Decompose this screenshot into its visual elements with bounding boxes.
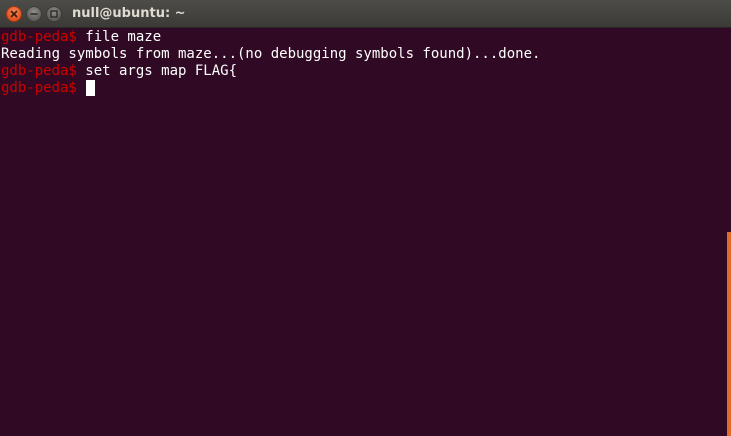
terminal-output[interactable]: gdb-peda$ file maze Reading symbols from… — [0, 28, 731, 436]
terminal-window: null@ubuntu: ~ gdb-peda$ file maze Readi… — [0, 0, 731, 436]
output-text: Reading symbols from maze...(no debuggin… — [1, 46, 541, 62]
gdb-prompt: gdb-peda$ — [1, 63, 77, 79]
text-cursor — [86, 80, 96, 96]
command-text: set args map FLAG{ — [76, 63, 238, 79]
scrollbar[interactable] — [727, 232, 731, 436]
maximize-icon — [50, 10, 58, 18]
gdb-prompt: gdb-peda$ — [1, 29, 77, 45]
gdb-prompt: gdb-peda$ — [1, 80, 77, 96]
terminal-line: Reading symbols from maze...(no debuggin… — [1, 46, 731, 63]
close-icon — [10, 10, 18, 18]
command-text — [77, 80, 85, 96]
minimize-icon — [30, 13, 38, 15]
terminal-line: gdb-peda$ set args map FLAG{ — [1, 63, 731, 80]
close-button[interactable] — [6, 6, 22, 22]
terminal-line: gdb-peda$ file maze — [1, 29, 731, 46]
maximize-button[interactable] — [46, 6, 62, 22]
terminal-line: gdb-peda$ — [1, 80, 731, 97]
command-text: file maze — [76, 29, 162, 45]
window-title: null@ubuntu: ~ — [72, 6, 186, 21]
title-bar[interactable]: null@ubuntu: ~ — [0, 0, 731, 28]
minimize-button[interactable] — [26, 6, 42, 22]
